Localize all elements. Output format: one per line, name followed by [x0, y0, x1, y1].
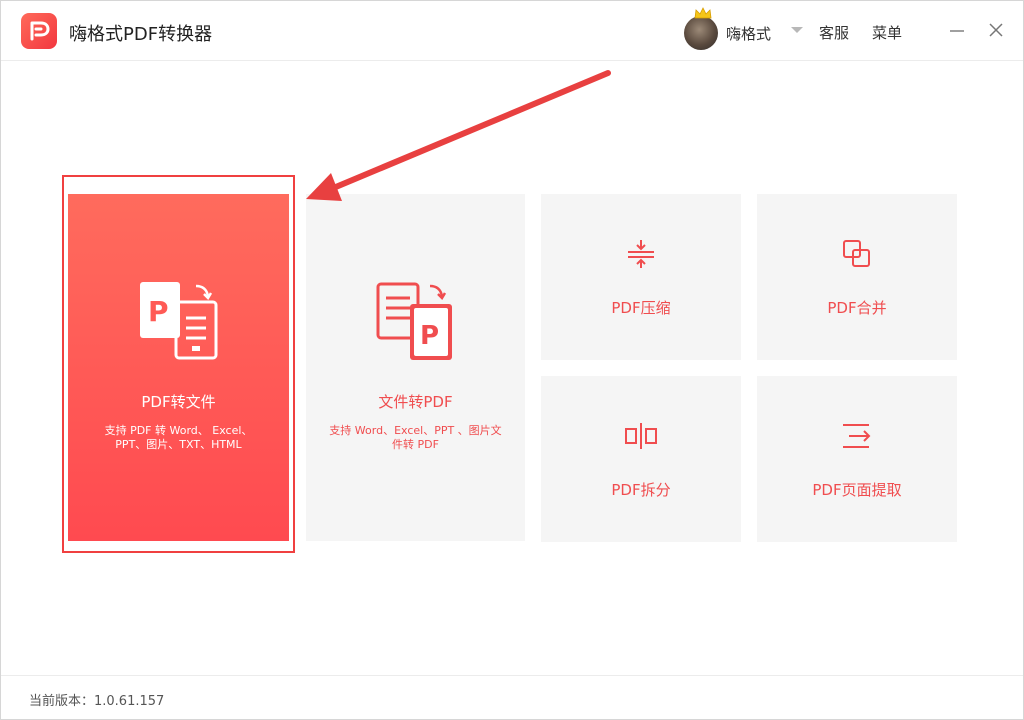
pdf-to-file-card[interactable]: P PDF转文件 支持 PDF 转 Word、 Excel、 PPT、图片、TX…	[68, 194, 289, 541]
menu-link[interactable]: 菜单	[872, 22, 902, 43]
merge-card[interactable]: PDF合并	[757, 194, 957, 360]
file-to-pdf-icon: P	[376, 282, 452, 360]
file-to-pdf-desc-line1: 支持 Word、Excel、PPT 、图片文	[329, 424, 502, 437]
footer: 当前版本：1.0.61.157	[1, 675, 1023, 719]
app-window: 嗨格式PDF转换器 嗨格式 客服 菜单 P PDF转文件 支持 PDF 转 Wo…	[0, 0, 1024, 720]
extract-icon	[843, 424, 871, 448]
extract-label: PDF页面提取	[812, 481, 902, 499]
split-label: PDF拆分	[611, 481, 671, 499]
chevron-down-icon[interactable]	[791, 27, 803, 33]
compress-icon	[628, 240, 654, 268]
close-icon[interactable]	[985, 19, 1007, 41]
svg-text:P: P	[148, 295, 169, 328]
title-bar: 嗨格式PDF转换器 嗨格式 客服 菜单	[1, 1, 1023, 61]
minimize-icon[interactable]	[946, 19, 968, 41]
merge-icon	[843, 240, 870, 267]
app-title: 嗨格式PDF转换器	[69, 24, 213, 45]
user-name[interactable]: 嗨格式	[726, 23, 771, 44]
file-to-pdf-desc-line2: 件转 PDF	[392, 438, 439, 451]
pdf-to-file-desc-line1: 支持 PDF 转 Word、 Excel、	[104, 424, 253, 437]
version-text: 当前版本：1.0.61.157	[29, 694, 165, 709]
avatar[interactable]	[684, 16, 718, 50]
pdf-to-file-icon: P	[140, 282, 218, 360]
file-to-pdf-label: 文件转PDF	[378, 393, 453, 411]
service-link[interactable]: 客服	[819, 22, 849, 43]
crown-icon	[694, 7, 712, 19]
extract-card[interactable]: PDF页面提取	[757, 376, 957, 542]
pdf-to-file-desc-line2: PPT、图片、TXT、HTML	[115, 438, 242, 451]
logo-icon	[21, 13, 57, 49]
split-icon	[625, 423, 657, 449]
compress-card[interactable]: PDF压缩	[541, 194, 741, 360]
pdf-to-file-label: PDF转文件	[141, 393, 216, 411]
compress-label: PDF压缩	[611, 299, 671, 317]
file-to-pdf-card[interactable]: P 文件转PDF 支持 Word、Excel、PPT 、图片文 件转 PDF	[306, 194, 525, 541]
split-card[interactable]: PDF拆分	[541, 376, 741, 542]
svg-text:P: P	[420, 321, 439, 351]
merge-label: PDF合并	[827, 299, 887, 317]
